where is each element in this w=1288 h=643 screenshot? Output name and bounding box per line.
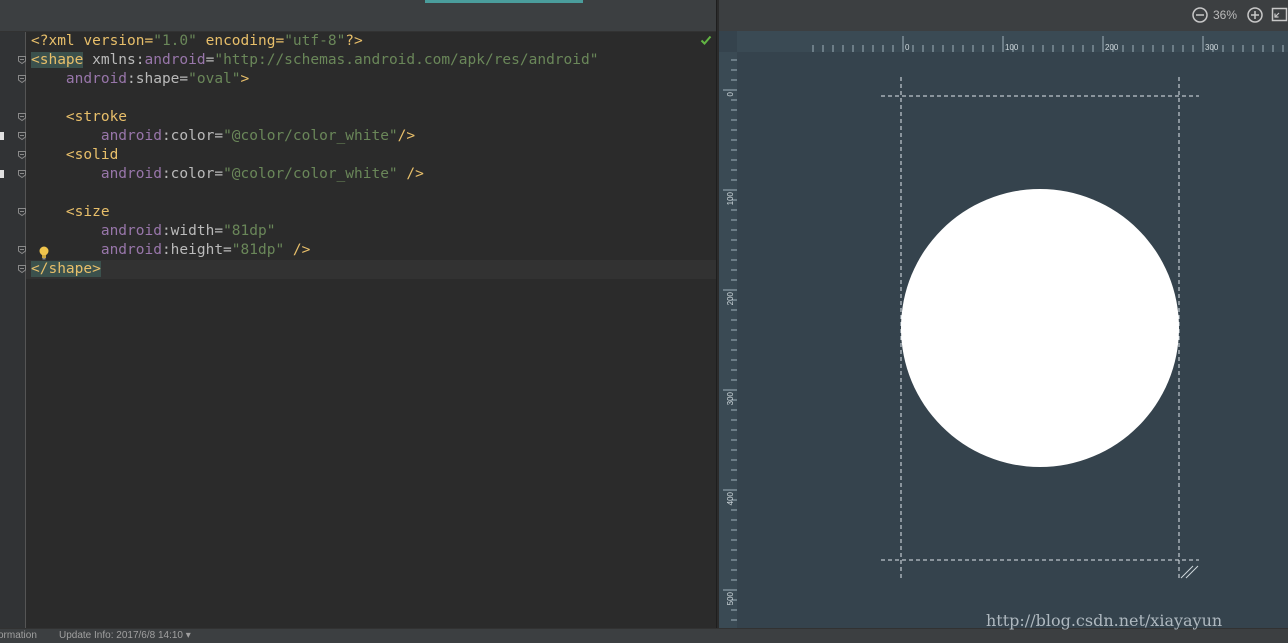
- fold-icon[interactable]: [17, 245, 27, 255]
- code-token: "@color/color_white": [223, 128, 398, 144]
- code-line[interactable]: android:color="@color/color_white" />: [31, 165, 424, 184]
- code-token: :width=: [161, 223, 224, 239]
- code-line[interactable]: <shape xmlns:android="http://schemas.and…: [31, 51, 598, 70]
- code-token: android: [100, 223, 162, 239]
- ruler-label: 200: [726, 291, 735, 305]
- code-token: android: [100, 128, 162, 144]
- oval-shape: [901, 189, 1179, 467]
- status-update-info[interactable]: Update Info: 2017/6/8 14:10 ▾: [59, 629, 191, 643]
- code-line[interactable]: android:height="81dp" />: [31, 241, 311, 260]
- horizontal-ruler-ticks: 0 100 200 300: [812, 36, 1284, 52]
- code-token: :height=: [161, 242, 232, 258]
- resize-handle-icon[interactable]: [1180, 565, 1199, 579]
- code-token: />: [284, 242, 311, 258]
- code-token: <?xml version=: [31, 33, 154, 49]
- active-tab-indicator[interactable]: [425, 0, 583, 3]
- code-token: xmlns:: [83, 52, 145, 68]
- ruler-label: 300: [726, 391, 735, 405]
- change-marker[interactable]: [0, 132, 4, 140]
- code-token: :shape=: [127, 71, 189, 87]
- drawable-preview-panel: 36% 0 100 200 300 0 100 200 300 400 500: [719, 0, 1288, 628]
- code-line[interactable]: android:shape="oval">: [31, 70, 249, 89]
- code-line[interactable]: </shape>: [31, 260, 101, 279]
- code-token: <shape: [31, 52, 84, 68]
- ruler-label: 0: [726, 91, 735, 96]
- code-token: ?>: [345, 33, 363, 49]
- fold-icon[interactable]: [17, 169, 27, 179]
- code-token: :color=: [161, 166, 224, 182]
- code-token: <size: [65, 204, 110, 220]
- code-token: </shape>: [31, 261, 101, 277]
- vertical-ruler-ticks: 0 100 200 300 400 500: [723, 59, 737, 621]
- code-token: "http://schemas.android.com/apk/res/andr…: [214, 52, 599, 68]
- code-token: encoding=: [196, 33, 285, 49]
- code-line[interactable]: <solid: [31, 146, 118, 165]
- code-token: android: [100, 242, 162, 258]
- ruler-label: 0: [905, 43, 910, 52]
- ruler-label: 100: [726, 191, 735, 205]
- editor-gutter[interactable]: [0, 32, 26, 628]
- ruler-label: 100: [1005, 43, 1019, 52]
- fold-icon[interactable]: [17, 207, 27, 217]
- fold-icon[interactable]: [17, 74, 27, 84]
- fold-icon[interactable]: [17, 112, 27, 122]
- code-token: <stroke: [65, 109, 128, 125]
- code-token: "utf-8": [284, 33, 346, 49]
- code-token: android: [65, 71, 128, 87]
- current-line-highlight: [26, 260, 717, 279]
- status-bar: ormation Update Info: 2017/6/8 14:10 ▾: [0, 628, 1288, 643]
- code-token: />: [397, 166, 424, 182]
- code-token: <solid: [65, 147, 119, 163]
- code-token: >: [240, 71, 250, 87]
- preview-canvas: 0 100 200 300 0 100 200 300 400 500: [723, 36, 1284, 621]
- fold-icon[interactable]: [17, 150, 27, 160]
- code-line[interactable]: <stroke: [31, 108, 127, 127]
- code-line[interactable]: <size: [31, 203, 110, 222]
- code-token: "81dp": [231, 242, 285, 258]
- lightbulb-icon[interactable]: [38, 245, 50, 261]
- ruler-label: 300: [1205, 43, 1219, 52]
- code-token: "1.0": [153, 33, 197, 49]
- editor-tab-bar: [0, 0, 717, 32]
- ruler-label: 200: [1105, 43, 1119, 52]
- fold-icon[interactable]: [17, 55, 27, 65]
- code-token: />: [397, 128, 416, 144]
- code-token: "oval": [188, 71, 241, 87]
- fold-icon[interactable]: [17, 131, 27, 141]
- code-line[interactable]: <?xml version="1.0" encoding="utf-8"?>: [31, 32, 363, 51]
- code-token: "@color/color_white": [223, 166, 398, 182]
- code-token: "81dp": [223, 223, 276, 239]
- ruler-label: 500: [726, 591, 735, 605]
- code-token: :color=: [161, 128, 224, 144]
- watermark: http://blog.csdn.net/xiayayun: [986, 611, 1223, 630]
- code-editor[interactable]: <?xml version="1.0" encoding="utf-8"?> <s…: [0, 32, 717, 628]
- status-event-log[interactable]: ormation: [0, 629, 37, 643]
- code-line[interactable]: android:width="81dp": [31, 222, 276, 241]
- ruler-label: 400: [726, 491, 735, 505]
- check-icon: [700, 35, 712, 45]
- change-marker[interactable]: [0, 170, 4, 178]
- code-token: android: [100, 166, 162, 182]
- code-line[interactable]: android:color="@color/color_white"/>: [31, 127, 415, 146]
- code-token: android: [144, 52, 206, 68]
